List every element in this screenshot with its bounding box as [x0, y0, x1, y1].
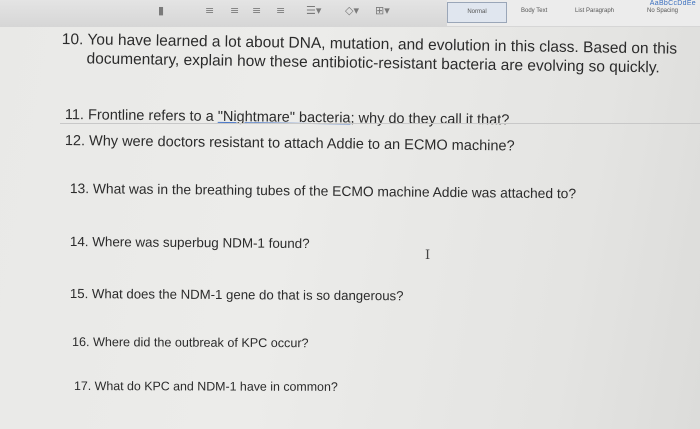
question-12: 12. Why were doctors resistant to attach…	[64, 133, 515, 155]
shading-icon[interactable]: ▮	[158, 3, 164, 18]
document-page[interactable]: 10. You have learned a lot about DNA, mu…	[0, 27, 700, 429]
style-normal[interactable]: Normal	[447, 2, 507, 23]
line-spacing-icon[interactable]: ☰▾	[306, 3, 321, 18]
question-13: 13. What was in the breathing tubes of t…	[69, 181, 577, 202]
align-center-icon[interactable]: ≡	[230, 3, 239, 18]
borders-icon[interactable]: ⊞▾	[375, 3, 390, 18]
question-16: 16. Where did the outbreak of KPC occur?	[71, 335, 309, 351]
heading-style-preview[interactable]: AaBbCcDdEe	[650, 0, 696, 7]
style-body-text[interactable]: Body Text	[521, 8, 547, 14]
align-left-icon[interactable]: ≡	[205, 3, 214, 18]
question-14: 14. Where was superbug NDM-1 found?	[69, 234, 310, 252]
justify-icon[interactable]: ≡	[276, 3, 285, 18]
ribbon-toolbar: ▮ ≡ ≡ ≡ ≡ ☰▾ ◇▾ ⊞▾ Normal Body Text List…	[0, 0, 700, 28]
section-divider	[60, 123, 700, 124]
text-cursor-icon: I	[425, 248, 431, 263]
question-10: 10. You have learned a lot about DNA, mu…	[61, 31, 677, 78]
question-17: 17. What do KPC and NDM-1 have in common…	[73, 379, 338, 394]
style-no-spacing[interactable]: No Spacing	[647, 8, 678, 14]
align-right-icon[interactable]: ≡	[252, 3, 261, 18]
paint-bucket-icon[interactable]: ◇▾	[345, 3, 359, 18]
question-11: 11. Frontline refers to a "Nightmare" ba…	[65, 107, 510, 128]
question-15: 15. What does the NDM-1 gene do that is …	[69, 286, 404, 304]
question-11-suffix: ; why do they call it that?	[350, 110, 510, 129]
style-list-paragraph[interactable]: List Paragraph	[575, 8, 614, 14]
